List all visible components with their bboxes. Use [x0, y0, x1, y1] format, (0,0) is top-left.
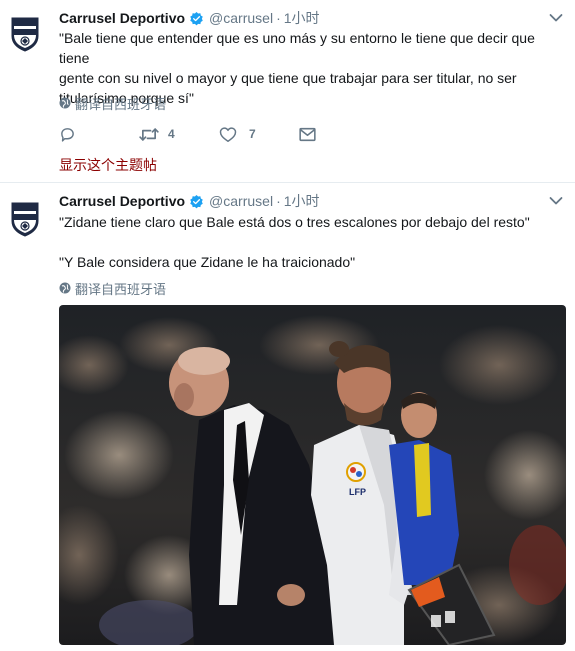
tweet-1[interactable]: Carrusel Deportivo @carrusel · 1小时 "Bale… [0, 0, 575, 182]
separator-dot: · [276, 10, 281, 26]
show-thread-link[interactable]: 显示这个主题帖 [59, 155, 157, 175]
author-name[interactable]: Carrusel Deportivo [59, 193, 185, 209]
globe-icon [59, 282, 71, 294]
retweet-icon [139, 127, 159, 141]
verified-badge-icon [190, 11, 203, 25]
tweet-text: "Zidane tiene claro que Bale está dos o … [59, 212, 564, 272]
reply-button[interactable] [59, 126, 139, 143]
direct-message-button[interactable] [299, 127, 316, 142]
retweet-button[interactable]: 4 [139, 126, 219, 143]
tweet-photo[interactable]: LFP [59, 305, 566, 645]
author-name[interactable]: Carrusel Deportivo [59, 10, 185, 26]
avatar-carrusel-deportivo[interactable] [10, 201, 40, 237]
like-count: 7 [249, 127, 256, 141]
chevron-down-icon[interactable] [549, 196, 563, 206]
translate-label[interactable]: 翻译自西班牙语 [75, 94, 166, 113]
tweet-text-line: "Zidane tiene claro que Bale está dos o … [59, 214, 530, 230]
photo-badge: LFP [349, 487, 366, 497]
retweet-count: 4 [168, 127, 175, 141]
timestamp[interactable]: 1小时 [284, 191, 320, 211]
tweet-actions: 4 7 [59, 124, 316, 144]
tweet-text-line: gente con su nivel o mayor y que tiene q… [59, 70, 517, 86]
direct-message-icon [299, 127, 316, 141]
tweet-text-line: "Bale tiene que entender que es uno más … [59, 30, 535, 66]
like-icon [219, 126, 237, 142]
verified-badge-icon [190, 194, 203, 208]
avatar-carrusel-deportivo[interactable] [10, 16, 40, 52]
translate-label[interactable]: 翻译自西班牙语 [75, 279, 166, 298]
author-handle[interactable]: @carrusel [209, 193, 273, 209]
translate-link[interactable]: 翻译自西班牙语 [59, 94, 166, 113]
author-handle[interactable]: @carrusel [209, 10, 273, 26]
tweet-photo-image: LFP [59, 305, 566, 645]
reply-icon [61, 127, 74, 142]
translate-link[interactable]: 翻译自西班牙语 [59, 279, 166, 298]
like-button[interactable]: 7 [219, 126, 299, 143]
tweet-text-spacer [59, 232, 564, 252]
globe-icon [59, 97, 71, 109]
timestamp[interactable]: 1小时 [284, 8, 320, 28]
tweet-text-line: "Y Bale considera que Zidane le ha traic… [59, 254, 356, 270]
chevron-down-icon[interactable] [549, 13, 563, 23]
separator-dot: · [276, 193, 281, 209]
